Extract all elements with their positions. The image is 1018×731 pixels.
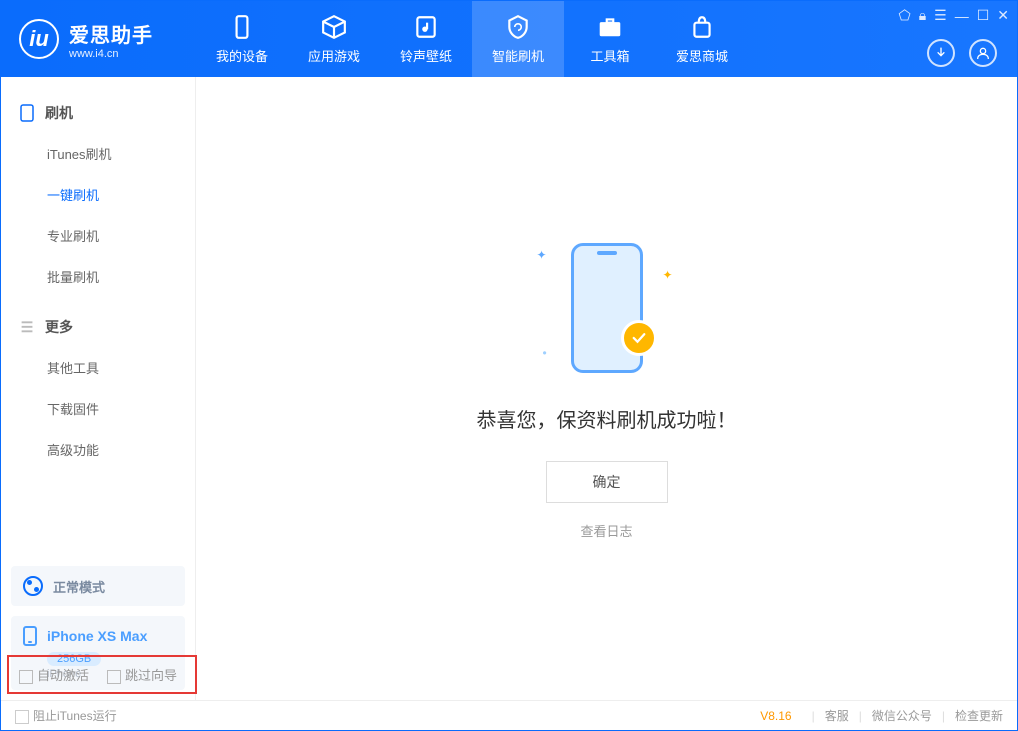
logo-icon: iu [19, 19, 59, 59]
device-name: iPhone XS Max [47, 628, 147, 644]
tab-store[interactable]: 爱思商城 [656, 1, 748, 77]
sparkle-icon: ✦ [662, 268, 672, 282]
statusbar: 阻止iTunes运行 V8.16 | 客服 | 微信公众号 | 检查更新 [1, 700, 1017, 730]
lock-icon[interactable]: 🔒︎ [919, 7, 926, 24]
confirm-button[interactable]: 确定 [546, 461, 668, 503]
check-update-link[interactable]: 检查更新 [955, 707, 1003, 724]
sidebar-item-oneclick-flash[interactable]: 一键刷机 [1, 174, 195, 215]
sidebar-item-pro-flash[interactable]: 专业刷机 [1, 215, 195, 256]
mode-icon [23, 576, 43, 596]
cube-icon [321, 14, 347, 40]
wechat-link[interactable]: 微信公众号 [872, 707, 932, 724]
maximize-button[interactable]: ☐ [977, 7, 990, 24]
music-icon [413, 14, 439, 40]
phone-icon [229, 14, 255, 40]
sidebar-item-download-firmware[interactable]: 下载固件 [1, 388, 195, 429]
device-mode[interactable]: 正常模式 [11, 566, 185, 606]
device-phone-icon [23, 626, 37, 646]
sidebar-item-itunes-flash[interactable]: iTunes刷机 [1, 133, 195, 174]
skip-guide-checkbox[interactable]: 跳过向导 [107, 665, 177, 684]
success-message: 恭喜您，保资料刷机成功啦！ [477, 404, 737, 433]
titlebar: iu 爱思助手 www.i4.cn 我的设备 应用游戏 铃声壁纸 智能刷机 工具… [1, 1, 1017, 77]
mode-label: 正常模式 [53, 577, 105, 596]
sidebar: 刷机 iTunes刷机 一键刷机 专业刷机 批量刷机 ☰ 更多 其他工具 下载固… [1, 77, 196, 700]
shield-refresh-icon [505, 14, 531, 40]
support-link[interactable]: 客服 [825, 707, 849, 724]
app-logo: iu 爱思助手 www.i4.cn [1, 19, 196, 60]
tab-apps-games[interactable]: 应用游戏 [288, 1, 380, 77]
tab-label: 爱思商城 [676, 46, 728, 65]
app-name: 爱思助手 [69, 19, 153, 48]
checkmark-badge-icon [621, 320, 657, 356]
tab-label: 工具箱 [590, 46, 629, 65]
success-illustration: ✦ ✦ • [517, 238, 697, 378]
view-log-link[interactable]: 查看日志 [580, 521, 632, 540]
auto-activate-checkbox[interactable]: 自动激活 [19, 665, 89, 684]
sparkle-icon: ✦ [537, 248, 547, 262]
main-content: ✦ ✦ • 恭喜您，保资料刷机成功啦！ 确定 查看日志 [196, 77, 1017, 700]
briefcase-icon [597, 14, 623, 40]
sparkle-icon: • [543, 346, 547, 360]
main-tabs: 我的设备 应用游戏 铃声壁纸 智能刷机 工具箱 爱思商城 [196, 1, 748, 77]
app-url: www.i4.cn [69, 48, 153, 60]
tab-ringtones-wallpapers[interactable]: 铃声壁纸 [380, 1, 472, 77]
tab-smart-flash[interactable]: 智能刷机 [472, 1, 564, 77]
minimize-button[interactable]: ― [955, 8, 969, 24]
bag-icon [689, 14, 715, 40]
tab-label: 铃声壁纸 [400, 46, 452, 65]
phone-small-icon [19, 105, 35, 121]
user-button[interactable] [969, 39, 997, 67]
sidebar-item-advanced[interactable]: 高级功能 [1, 429, 195, 470]
menu-icon[interactable]: ☰ [934, 7, 947, 24]
shirt-icon[interactable]: ⬠ [899, 7, 911, 24]
block-itunes-checkbox[interactable]: 阻止iTunes运行 [15, 707, 117, 724]
options-highlight: 自动激活 跳过向导 [7, 655, 197, 694]
close-button[interactable]: ✕ [997, 7, 1009, 24]
sidebar-group-flash: 刷机 [1, 93, 195, 133]
version-label: V8.16 [760, 709, 791, 723]
tab-label: 应用游戏 [308, 46, 360, 65]
tab-my-device[interactable]: 我的设备 [196, 1, 288, 77]
download-button[interactable] [927, 39, 955, 67]
tab-label: 智能刷机 [492, 46, 544, 65]
tab-label: 我的设备 [216, 46, 268, 65]
tab-toolbox[interactable]: 工具箱 [564, 1, 656, 77]
menu-list-icon: ☰ [19, 319, 35, 335]
sidebar-item-other-tools[interactable]: 其他工具 [1, 347, 195, 388]
sidebar-group-more: ☰ 更多 [1, 307, 195, 347]
sidebar-item-batch-flash[interactable]: 批量刷机 [1, 256, 195, 297]
